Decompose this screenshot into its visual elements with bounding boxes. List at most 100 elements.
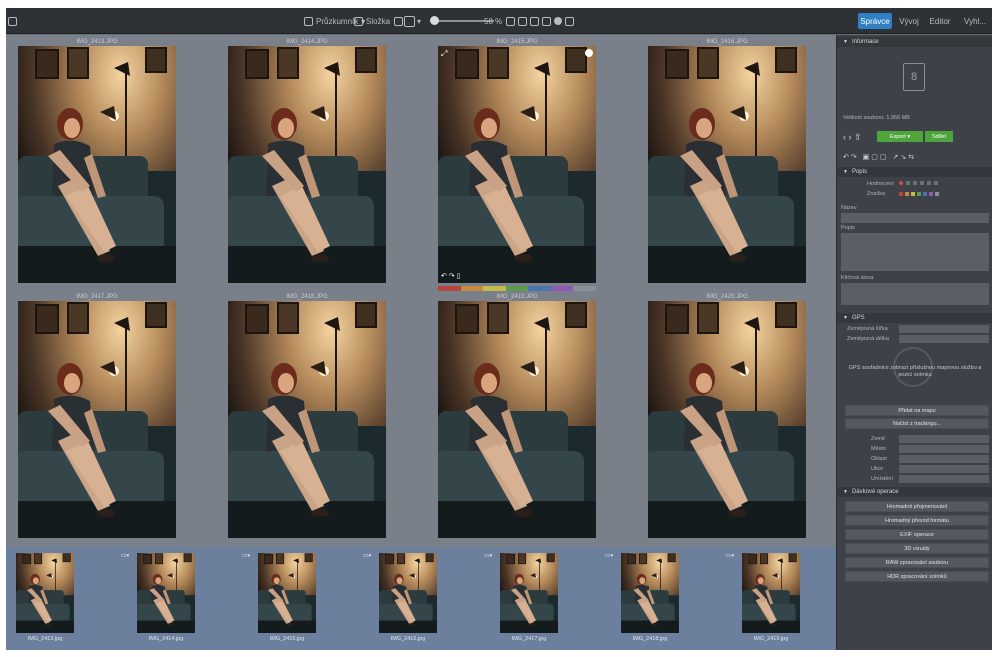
filmstrip-filename: IMG_2414.jpg [148, 636, 184, 642]
gps-tracking-button[interactable]: Načíst z trackingu... [845, 418, 989, 429]
export-label: Export [889, 133, 906, 140]
rotate-icon[interactable]: ⤢ [441, 49, 447, 59]
mode-tab-2[interactable]: Editor [926, 13, 954, 29]
thumbnail-cell[interactable]: IMG_2418.JPG [228, 293, 386, 538]
batch-action-button[interactable]: Hromadný převod formátu [845, 515, 989, 526]
filmstrip-thumbnail[interactable] [500, 553, 558, 633]
color-label-swatch[interactable] [460, 286, 484, 291]
address-field[interactable] [899, 445, 989, 453]
thumbnail-cell[interactable]: IMG_2419.JPG [438, 293, 596, 538]
filmstrip-flags-icon: ▭◐ [605, 553, 615, 559]
lock-icon[interactable] [542, 16, 551, 26]
color-swatch[interactable] [929, 192, 933, 196]
batch-action-button[interactable]: RAW zpracování souboru [845, 557, 989, 568]
section-actions[interactable]: ▼ Dávkové operace [837, 487, 992, 497]
thumbnail-cell[interactable]: IMG_2417.JPG [18, 293, 176, 538]
external-link-icon[interactable] [394, 16, 404, 26]
section-props[interactable]: ▼ Popis [837, 167, 992, 177]
filmstrip-item[interactable]: ▭◐ IMG_2418.jpg [605, 553, 679, 642]
filmstrip-thumbnail[interactable] [621, 553, 679, 633]
filmstrip-item[interactable]: ▭◐ IMG_2416.jpg [363, 553, 437, 642]
address-field[interactable] [899, 475, 989, 483]
thumbnail-cell[interactable]: IMG_2416.JPG [648, 38, 806, 283]
color-swatch[interactable] [899, 192, 903, 196]
address-label: Země [871, 436, 886, 442]
keywords-field[interactable] [841, 283, 989, 305]
gps-lat-field[interactable] [899, 325, 989, 333]
filmstrip-item[interactable]: ◐ IMG_2413.jpg [8, 553, 74, 642]
thumbnail-cell[interactable]: IMG_2414.JPG [228, 38, 386, 283]
fit-icon[interactable] [506, 16, 515, 26]
batch-action-button[interactable]: Hromadné přejmenování [845, 501, 989, 512]
color-swatch[interactable] [935, 192, 939, 196]
section-gps[interactable]: ▼ GPS [837, 313, 992, 323]
filmstrip-filename: IMG_2419.jpg [753, 636, 789, 642]
address-field[interactable] [899, 435, 989, 443]
mode-tab-1[interactable]: Vývoj [896, 13, 922, 29]
filmstrip-filename: IMG_2418.jpg [632, 636, 668, 642]
color-swatch[interactable] [923, 192, 927, 196]
compare-icon[interactable] [518, 16, 527, 26]
address-field[interactable] [899, 455, 989, 463]
filmstrip-item[interactable]: ▭◐ IMG_2419.jpg [726, 553, 800, 642]
filmstrip-thumbnail[interactable] [137, 553, 195, 633]
batch-action-button[interactable]: EXIF operace [845, 529, 989, 540]
rating-stars[interactable] [899, 181, 938, 185]
camera-icon[interactable] [8, 8, 17, 34]
color-swatch[interactable] [911, 192, 915, 196]
batch-action-button[interactable]: HDR zpracování snímků [845, 571, 989, 582]
export-button[interactable]: Export ▾ [877, 131, 923, 142]
section-info[interactable]: ▼ Informace [837, 37, 992, 47]
thumbnail-image[interactable]: ⤢ ↶↷▯ [438, 46, 596, 283]
close-icon[interactable] [585, 49, 593, 57]
thumbnail-grid: IMG_2413.JPG IMG_2414.JPG IMG_2415.JPG ⤢… [6, 35, 836, 547]
thumbnail-image[interactable] [18, 301, 176, 538]
thumbnail-cell[interactable]: IMG_2415.JPG ⤢ ↶↷▯ [438, 38, 597, 291]
nav-arrows-icon[interactable]: ‹ › ⇧ [843, 132, 862, 143]
thumbnail-image[interactable] [228, 301, 386, 538]
color-label-swatch[interactable] [505, 286, 529, 291]
edit-tools-icon[interactable]: ↶↷ ▣▢▢ ↗↘⇆ [843, 153, 916, 161]
filmstrip-thumbnail[interactable] [379, 553, 437, 633]
zoom-slider-handle[interactable] [430, 16, 439, 25]
thumbnail-image[interactable] [438, 301, 596, 538]
mode-tab-0[interactable]: Správce [858, 13, 892, 29]
filmstrip-item[interactable]: ▭◐ IMG_2415.jpg [242, 553, 316, 642]
color-label-swatch[interactable] [483, 286, 506, 291]
share-button[interactable]: Sdílet [925, 131, 953, 142]
color-label-bar[interactable] [438, 286, 597, 291]
address-field[interactable] [899, 465, 989, 473]
filmstrip-item[interactable]: ▭◐ IMG_2417.jpg [484, 553, 558, 642]
color-label-swatch[interactable] [550, 286, 574, 291]
thumbnail-cell[interactable]: IMG_2413.JPG [18, 38, 176, 283]
filmstrip-thumbnail[interactable] [16, 553, 74, 633]
color-label-swatch[interactable] [573, 286, 597, 291]
color-label-swatch[interactable] [528, 286, 551, 291]
thumb-actions-icon[interactable]: ↶↷▯ [441, 272, 463, 280]
info-icon[interactable] [530, 16, 539, 26]
thumbnail-cell[interactable]: IMG_2420.JPG [648, 293, 806, 538]
title-label: Název [841, 205, 857, 211]
thumbnail-image[interactable] [18, 46, 176, 283]
color-swatch[interactable] [917, 192, 921, 196]
layout-icon[interactable] [565, 16, 574, 26]
description-field[interactable] [841, 233, 989, 271]
batch-action-button[interactable]: 3D vizuály [845, 543, 989, 554]
title-field[interactable] [841, 213, 989, 223]
color-swatch[interactable] [905, 192, 909, 196]
filmstrip-thumbnail[interactable] [258, 553, 316, 633]
file-size-text: Velikost souboru: 1,956 MB [843, 115, 910, 121]
gps-lon-field[interactable] [899, 335, 989, 343]
filmstrip-thumbnail[interactable] [742, 553, 800, 633]
color-label-swatch[interactable] [438, 286, 461, 291]
sort-dropdown[interactable]: Složka [354, 8, 404, 34]
thumbnail-image[interactable] [228, 46, 386, 283]
thumbnail-image[interactable] [648, 46, 806, 283]
gps-add-map-button[interactable]: Přidat na mapu [845, 405, 989, 416]
pin-icon[interactable] [554, 17, 562, 25]
color-label-picker[interactable] [899, 192, 939, 196]
mode-tab-3[interactable]: Vyhl... [958, 13, 992, 29]
filmstrip-item[interactable]: ▭◐ IMG_2414.jpg [121, 553, 195, 642]
view-mode-button[interactable]: ▾ [404, 8, 421, 34]
thumbnail-image[interactable] [648, 301, 806, 538]
